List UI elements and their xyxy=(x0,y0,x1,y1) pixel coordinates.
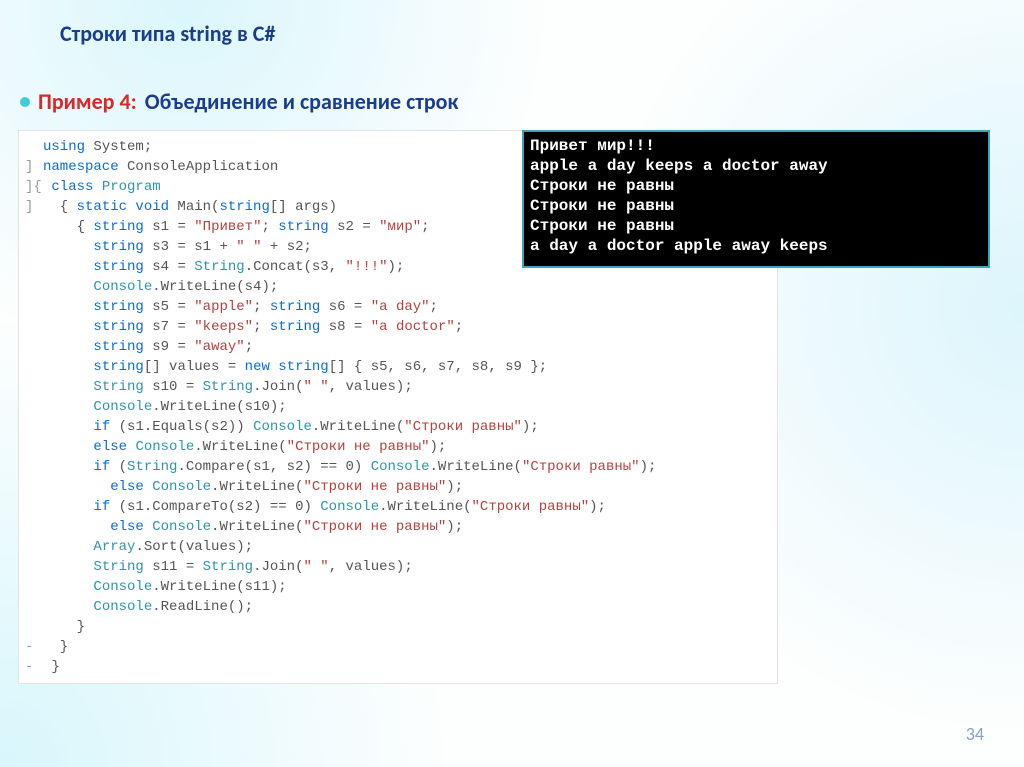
console-line: Строки не равны xyxy=(530,216,982,236)
console-line: apple a day keeps a doctor away xyxy=(530,156,982,176)
console-line: Строки не равны xyxy=(530,196,982,216)
example-text: Объединение и сравнение строк xyxy=(145,88,459,115)
console-line: Строки не равны xyxy=(530,176,982,196)
slide-title: Строки типа string в C# xyxy=(60,20,275,47)
console-line: a day a doctor apple away keeps xyxy=(530,236,982,256)
bullet-icon xyxy=(20,97,30,107)
console-line: Привет мир!!! xyxy=(530,136,982,156)
console-output: Привет мир!!! apple a day keeps a doctor… xyxy=(522,130,990,268)
page-number: 34 xyxy=(966,723,984,745)
bullet-row: Пример 4: Объединение и сравнение строк xyxy=(20,88,458,115)
example-label: Пример 4: xyxy=(38,88,137,115)
